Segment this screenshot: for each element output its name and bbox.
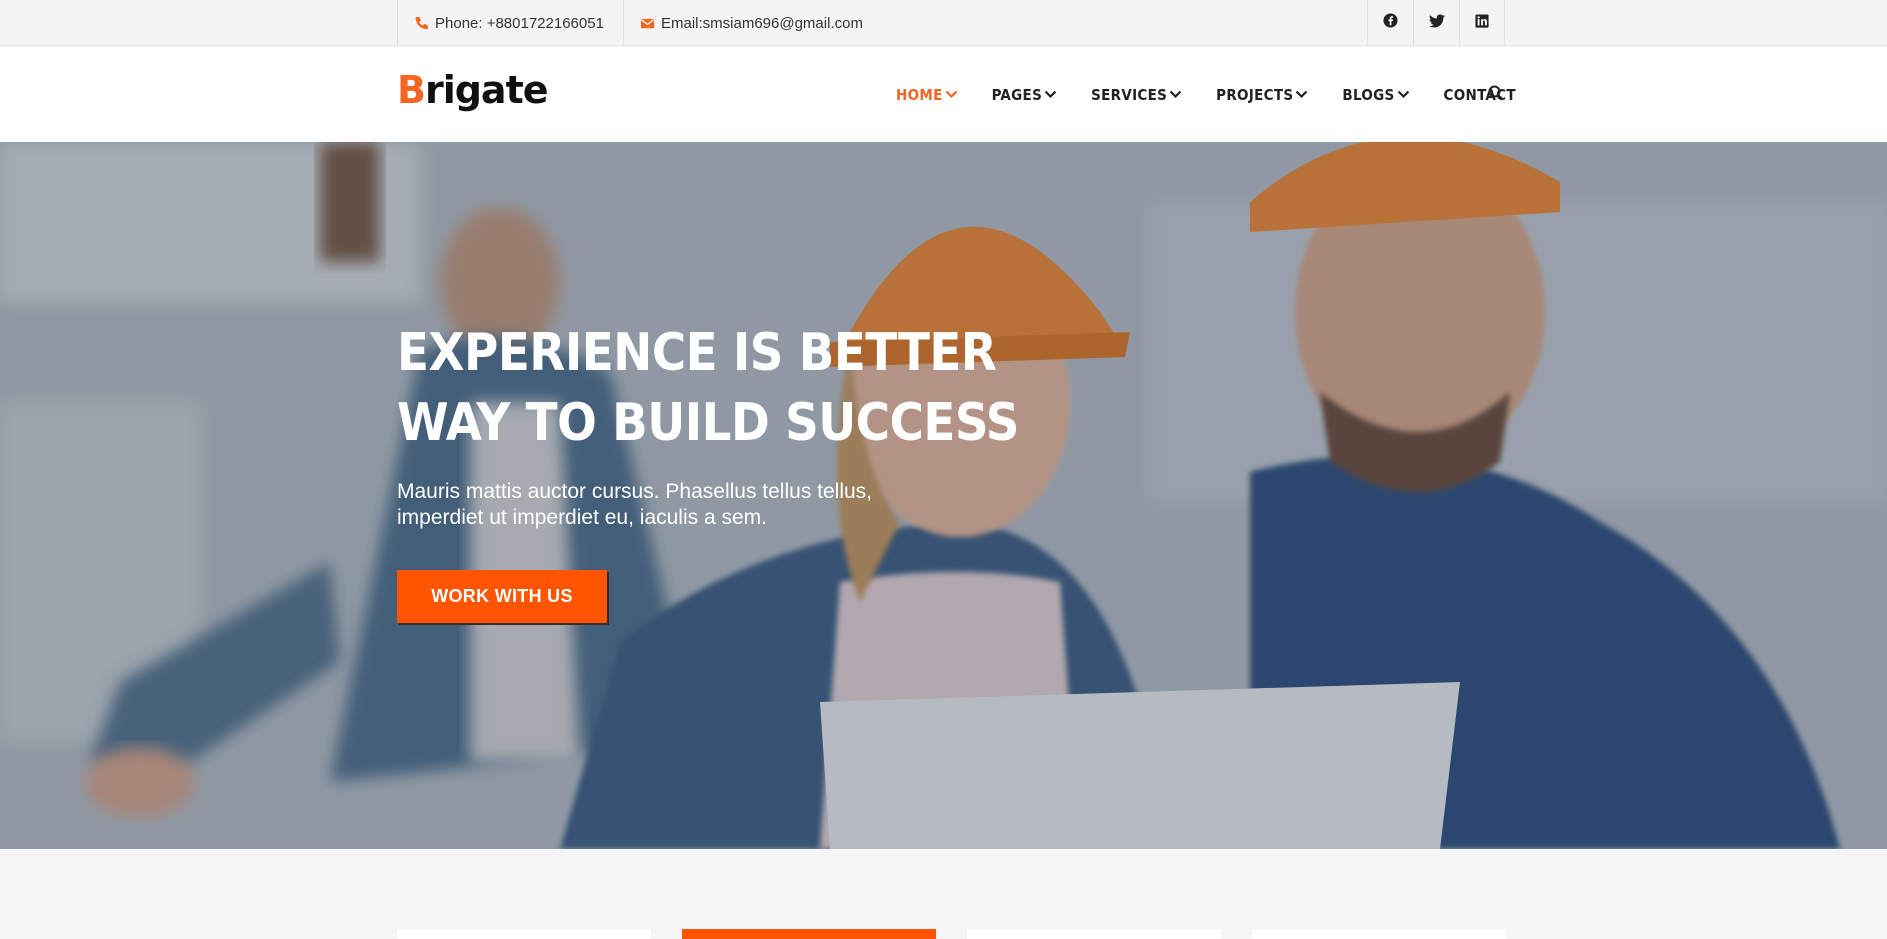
main-nav: HOME PAGES SERVICES PROJECTS BLOGS CONTA… (896, 47, 1550, 142)
hero-banner: EXPERIENCE IS BETTER WAY TO BUILD SUCCES… (0, 142, 1887, 849)
main-header: Brigate HOME PAGES SERVICES PROJECTS BLO… (0, 47, 1887, 142)
hero-title-line-1: EXPERIENCE IS BETTER (397, 323, 997, 383)
logo-text: rigate (424, 68, 549, 112)
hero-title: EXPERIENCE IS BETTER WAY TO BUILD SUCCES… (397, 318, 1019, 458)
envelope-icon (640, 16, 655, 31)
email-contact[interactable]: Email:smsiam696@gmail.com (623, 0, 863, 46)
feature-card[interactable] (397, 929, 651, 939)
top-bar: Phone: +8801722166051 Email:smsiam696@gm… (0, 0, 1887, 46)
nav-label: HOME (896, 85, 943, 104)
phone-icon (414, 16, 429, 31)
nav-item-home[interactable]: HOME (896, 86, 958, 104)
nav-label: PROJECTS (1216, 85, 1294, 104)
feature-cards (397, 929, 1507, 939)
phone-contact[interactable]: Phone: +8801722166051 (397, 0, 623, 46)
nav-item-pages[interactable]: PAGES (992, 86, 1057, 104)
nav-label: BLOGS (1342, 85, 1395, 104)
email-text: Email:smsiam696@gmail.com (661, 14, 863, 32)
feature-card[interactable] (1252, 929, 1506, 939)
linkedin-link[interactable] (1459, 0, 1505, 46)
logo-initial: B (397, 68, 426, 112)
linkedin-icon (1475, 13, 1489, 33)
work-with-us-button[interactable]: WORK WITH US (397, 570, 607, 623)
chevron-down-icon (1295, 90, 1308, 99)
search-button[interactable] (1488, 85, 1506, 103)
nav-item-services[interactable]: SERVICES (1091, 86, 1182, 104)
facebook-link[interactable] (1367, 0, 1413, 46)
nav-label: SERVICES (1091, 85, 1168, 104)
chevron-down-icon (1397, 90, 1410, 99)
chevron-down-icon (945, 90, 958, 99)
nav-item-blogs[interactable]: BLOGS (1342, 86, 1409, 104)
nav-item-projects[interactable]: PROJECTS (1216, 86, 1308, 104)
chevron-down-icon (1044, 90, 1057, 99)
hero-subtitle: Mauris mattis auctor cursus. Phasellus t… (397, 480, 873, 529)
search-icon (1488, 85, 1504, 105)
phone-text: Phone: +8801722166051 (435, 14, 604, 32)
twitter-link[interactable] (1413, 0, 1459, 46)
twitter-icon (1428, 13, 1445, 33)
feature-card[interactable] (967, 929, 1221, 939)
nav-label: PAGES (991, 85, 1043, 104)
brand-logo[interactable]: Brigate (397, 68, 549, 112)
hero-overlay (0, 142, 1887, 849)
chevron-down-icon (1169, 90, 1182, 99)
social-links (1367, 0, 1505, 46)
facebook-icon (1383, 13, 1398, 33)
feature-card[interactable] (682, 929, 936, 939)
hero-title-line-2: WAY TO BUILD SUCCESS (397, 393, 1019, 453)
